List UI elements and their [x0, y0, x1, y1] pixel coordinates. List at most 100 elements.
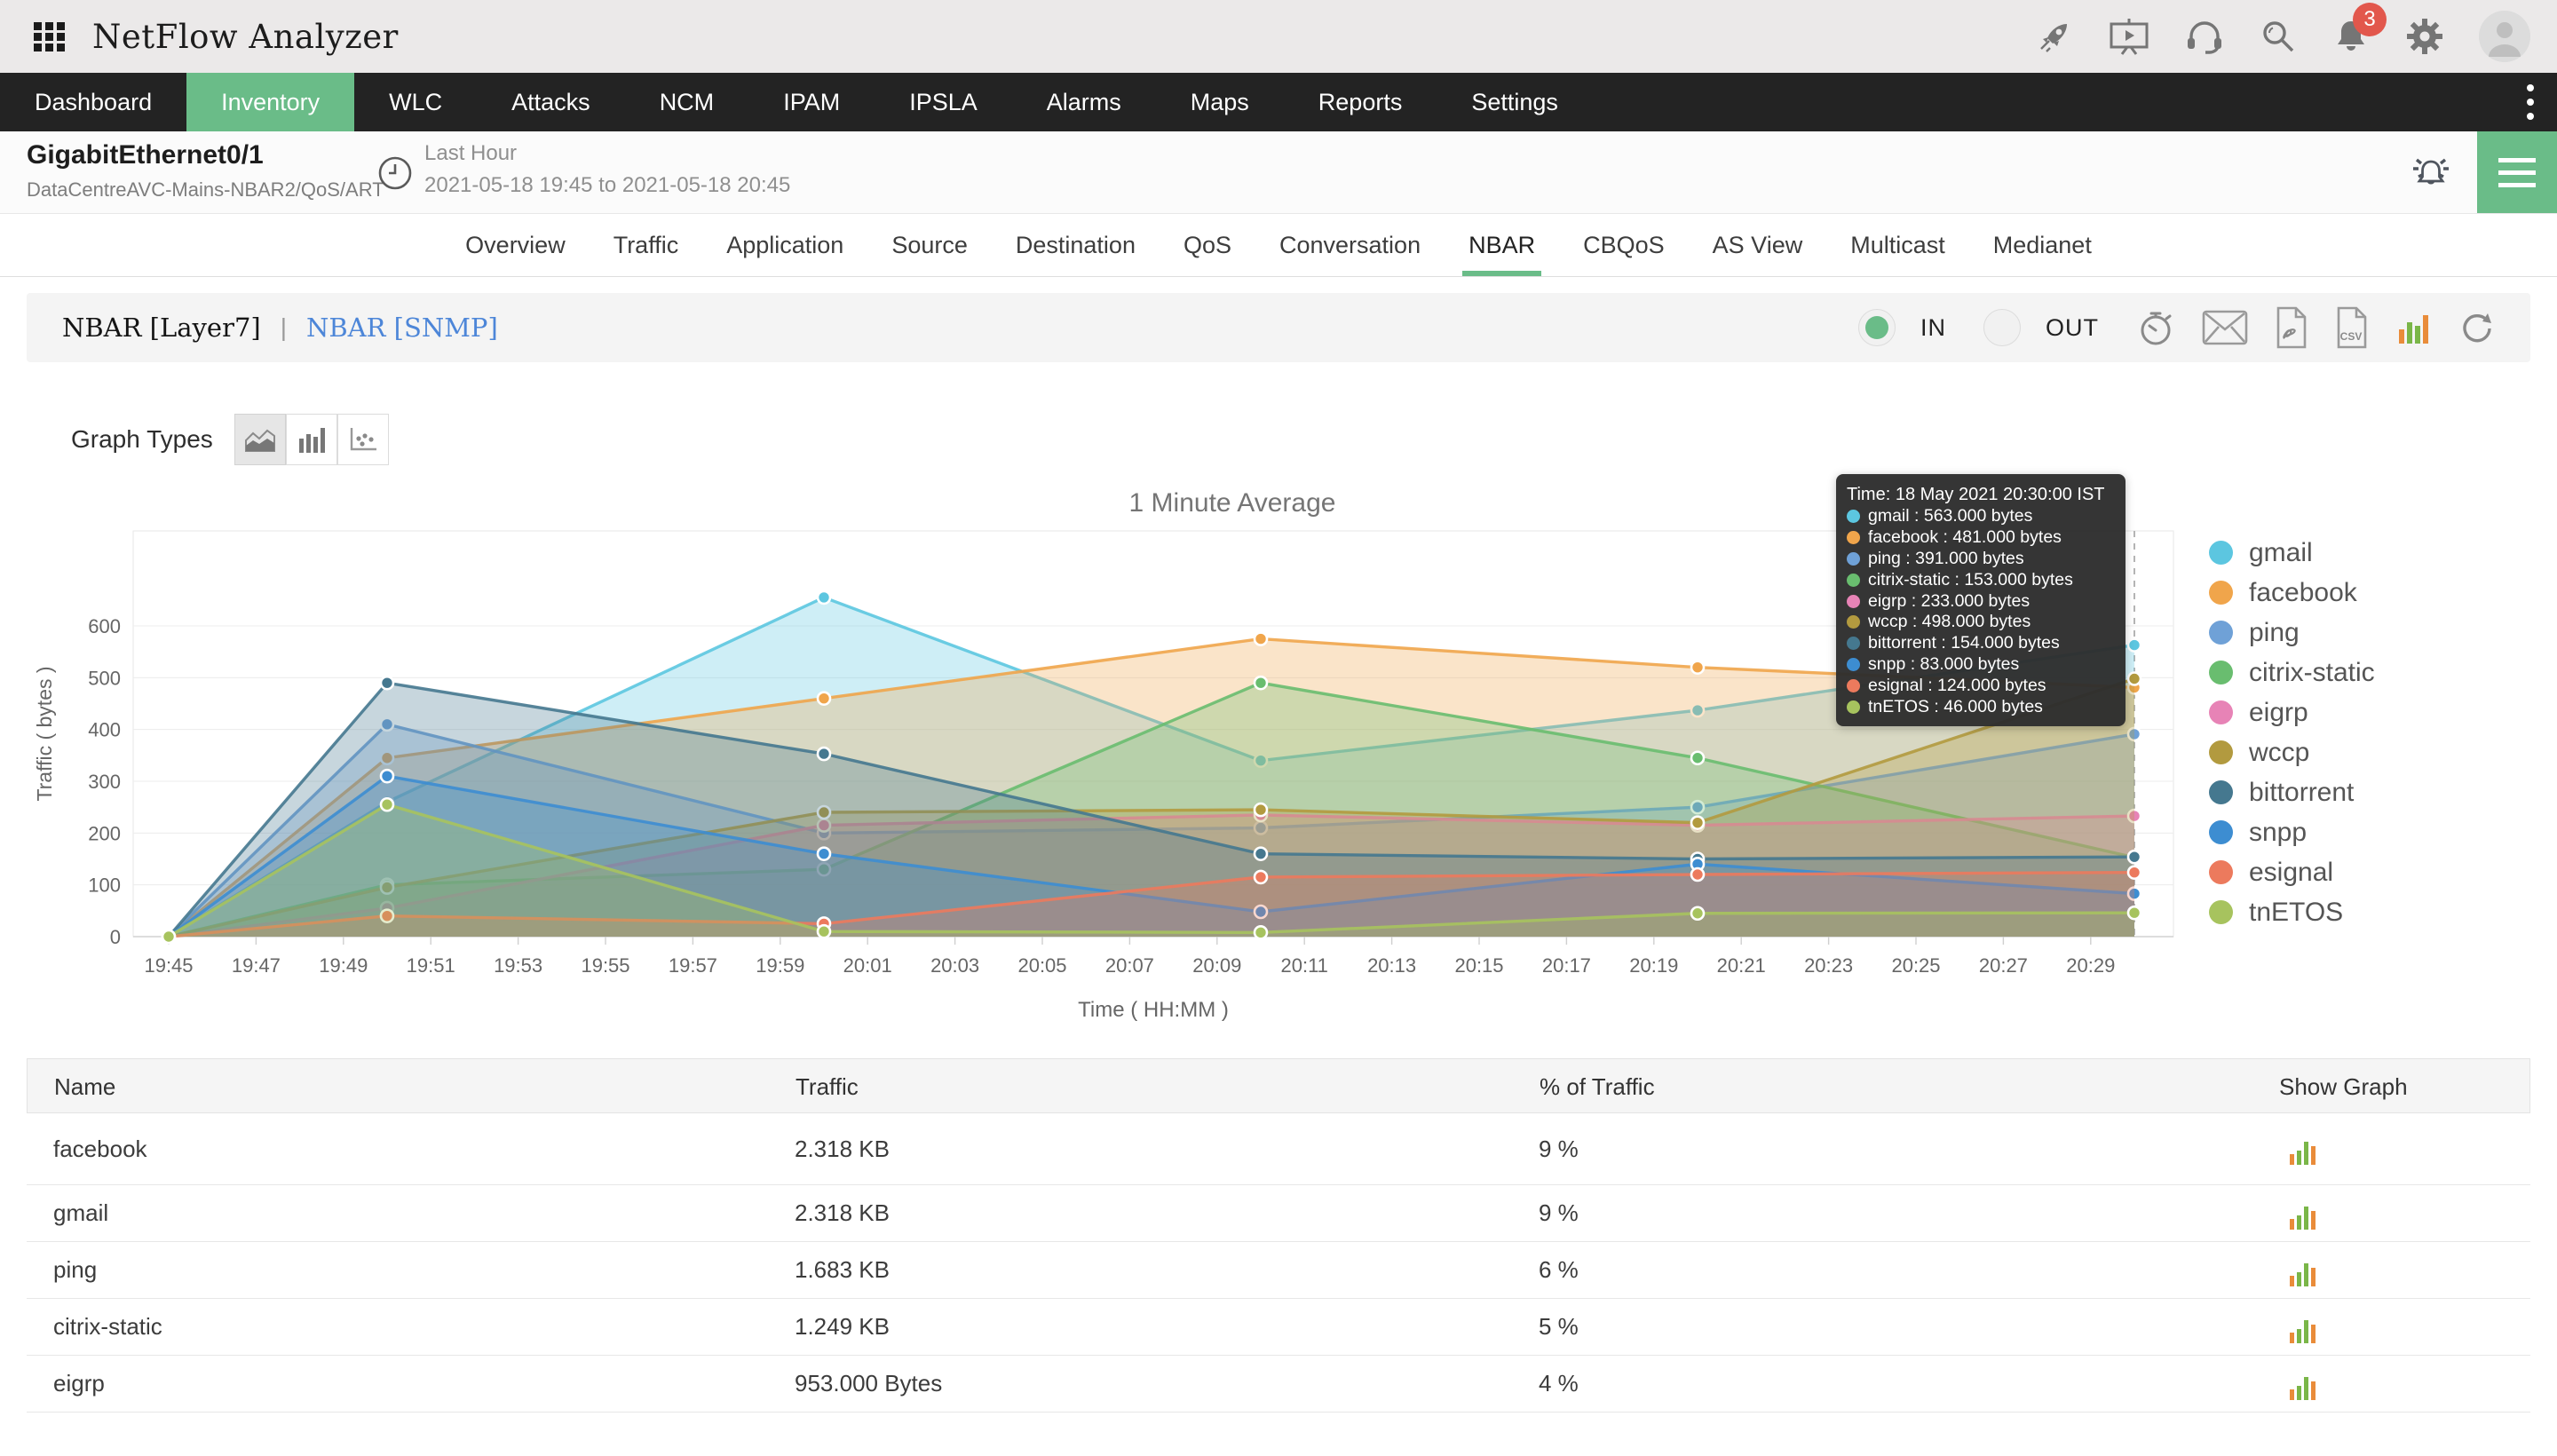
legend-item-gmail[interactable]: gmail	[2209, 533, 2375, 573]
tooltip-row-gmail: gmail : 563.000 bytes	[1847, 506, 2115, 527]
svg-text:19:51: 19:51	[407, 954, 455, 977]
svg-text:20:29: 20:29	[2066, 954, 2115, 977]
legend-dot-snpp	[2209, 820, 2233, 844]
tooltip-row-bittorrent: bittorrent : 154.000 bytes	[1847, 633, 2115, 654]
svg-text:400: 400	[88, 719, 121, 741]
show-graph-icon[interactable]	[2287, 1356, 2319, 1412]
in-radio[interactable]	[1858, 309, 1896, 346]
tooltip-dot	[1847, 531, 1860, 545]
out-radio-label[interactable]: OUT	[2046, 314, 2099, 342]
cell-name: ping	[53, 1256, 98, 1283]
show-graph-icon[interactable]	[2287, 1299, 2319, 1355]
legend-dot-facebook	[2209, 581, 2233, 605]
app-launcher-grid-icon[interactable]	[32, 19, 67, 54]
legend-item-eigrp[interactable]: eigrp	[2209, 692, 2375, 732]
column-header-name: Name	[54, 1072, 116, 1100]
legend-item-tnETOS[interactable]: tnETOS	[2209, 892, 2375, 932]
svg-text:600: 600	[88, 615, 121, 637]
legend-label: tnETOS	[2249, 897, 2344, 927]
show-graph-icon[interactable]	[2287, 1242, 2319, 1298]
tab-overview[interactable]: Overview	[441, 214, 590, 276]
context-bar: GigabitEthernet0/1 DataCentreAVC-Mains-N…	[0, 131, 2557, 214]
email-report-icon[interactable]	[2202, 310, 2248, 345]
interface-alerts-bell-icon[interactable]	[2408, 151, 2454, 198]
refresh-icon[interactable]	[2458, 309, 2495, 346]
column-header--of-traffic: % of Traffic	[1540, 1072, 1655, 1100]
table-row	[27, 1412, 2530, 1456]
nav-item-settings[interactable]: Settings	[1437, 73, 1593, 131]
export-csv-icon[interactable]: CSV	[2333, 306, 2369, 349]
svg-text:Time ( HH:MM ): Time ( HH:MM )	[1078, 998, 1229, 1022]
export-pdf-icon[interactable]	[2273, 306, 2308, 349]
side-menu-button[interactable]	[2477, 131, 2557, 213]
tab-multicast[interactable]: Multicast	[1826, 214, 1969, 276]
tab-destination[interactable]: Destination	[992, 214, 1160, 276]
legend-item-ping[interactable]: ping	[2209, 613, 2375, 653]
svg-text:20:07: 20:07	[1105, 954, 1154, 977]
legend-item-esignal[interactable]: esignal	[2209, 852, 2375, 892]
out-radio[interactable]	[1983, 309, 2021, 346]
legend-item-bittorrent[interactable]: bittorrent	[2209, 772, 2375, 812]
time-period-label[interactable]: Last Hour	[424, 141, 517, 166]
show-graph-icon[interactable]	[2287, 1185, 2319, 1241]
tooltip-row-esignal: esignal : 124.000 bytes	[1847, 675, 2115, 696]
legend-dot-gmail	[2209, 541, 2233, 565]
search-icon[interactable]	[2259, 17, 2298, 56]
svg-text:20:01: 20:01	[843, 954, 892, 977]
notifications-icon[interactable]: 3	[2331, 3, 2387, 56]
svg-text:CSV: CSV	[2340, 330, 2363, 343]
tooltip-text: wccp : 498.000 bytes	[1868, 612, 2031, 632]
graph-type-scatter-button[interactable]	[336, 414, 389, 465]
tab-qos[interactable]: QoS	[1160, 214, 1255, 276]
svg-text:200: 200	[88, 822, 121, 844]
avatar[interactable]	[2479, 11, 2530, 62]
tooltip-row-snpp: snpp : 83.000 bytes	[1847, 654, 2115, 676]
tab-application[interactable]: Application	[702, 214, 867, 276]
tab-as-view[interactable]: AS View	[1689, 214, 1827, 276]
nav-overflow-kebab-icon[interactable]	[2527, 73, 2534, 131]
nav-item-alarms[interactable]: Alarms	[1012, 73, 1156, 131]
presentation-icon[interactable]	[2108, 17, 2150, 56]
nav-item-ipsla[interactable]: IPSLA	[875, 73, 1012, 131]
chart-title: 1 Minute Average	[1128, 488, 1336, 518]
settings-gear-icon[interactable]	[2404, 16, 2445, 57]
tab-cbqos[interactable]: CBQoS	[1559, 214, 1689, 276]
show-graph-icon[interactable]	[2287, 1113, 2319, 1184]
legend-item-wccp[interactable]: wccp	[2209, 732, 2375, 772]
nav-item-dashboard[interactable]: Dashboard	[0, 73, 186, 131]
svg-text:20:23: 20:23	[1804, 954, 1853, 977]
nav-item-attacks[interactable]: Attacks	[477, 73, 625, 131]
headset-icon[interactable]	[2184, 17, 2225, 56]
nav-item-maps[interactable]: Maps	[1156, 73, 1284, 131]
graph-type-area-button[interactable]	[234, 414, 286, 465]
chart-report-icon[interactable]	[2394, 308, 2433, 347]
rocket-icon[interactable]	[2035, 17, 2074, 56]
legend-label: wccp	[2249, 737, 2310, 767]
nav-item-ipam[interactable]: IPAM	[748, 73, 875, 131]
legend-label: esignal	[2249, 857, 2334, 887]
nav-item-wlc[interactable]: WLC	[354, 73, 477, 131]
nav-item-ncm[interactable]: NCM	[625, 73, 749, 131]
nbar-snmp-link[interactable]: NBAR [SNMP]	[306, 313, 498, 343]
legend-item-citrix-static[interactable]: citrix-static	[2209, 653, 2375, 692]
svg-text:20:27: 20:27	[1979, 954, 2028, 977]
schedule-report-icon[interactable]	[2136, 307, 2177, 348]
in-radio-label[interactable]: IN	[1920, 314, 1946, 342]
tab-source[interactable]: Source	[867, 214, 992, 276]
tab-traffic[interactable]: Traffic	[590, 214, 703, 276]
legend-item-snpp[interactable]: snpp	[2209, 812, 2375, 852]
tab-conversation[interactable]: Conversation	[1255, 214, 1445, 276]
nbar-layer7-toggle[interactable]: NBAR [Layer7]	[62, 313, 261, 343]
bar-chart-icon	[298, 428, 325, 453]
chart-legend: gmail facebook ping citrix-static eigrp wccp b…	[2209, 533, 2375, 932]
nav-item-reports[interactable]: Reports	[1284, 73, 1437, 131]
tab-medianet[interactable]: Medianet	[1969, 214, 2116, 276]
tooltip-dot	[1847, 551, 1860, 566]
legend-item-facebook[interactable]: facebook	[2209, 573, 2375, 613]
nav-item-inventory[interactable]: Inventory	[186, 73, 355, 131]
svg-text:19:57: 19:57	[669, 954, 717, 977]
svg-text:20:11: 20:11	[1280, 954, 1327, 977]
series-area-esignal	[169, 872, 2134, 937]
graph-type-bar-button[interactable]	[285, 414, 337, 465]
tab-nbar[interactable]: NBAR	[1445, 214, 1559, 276]
